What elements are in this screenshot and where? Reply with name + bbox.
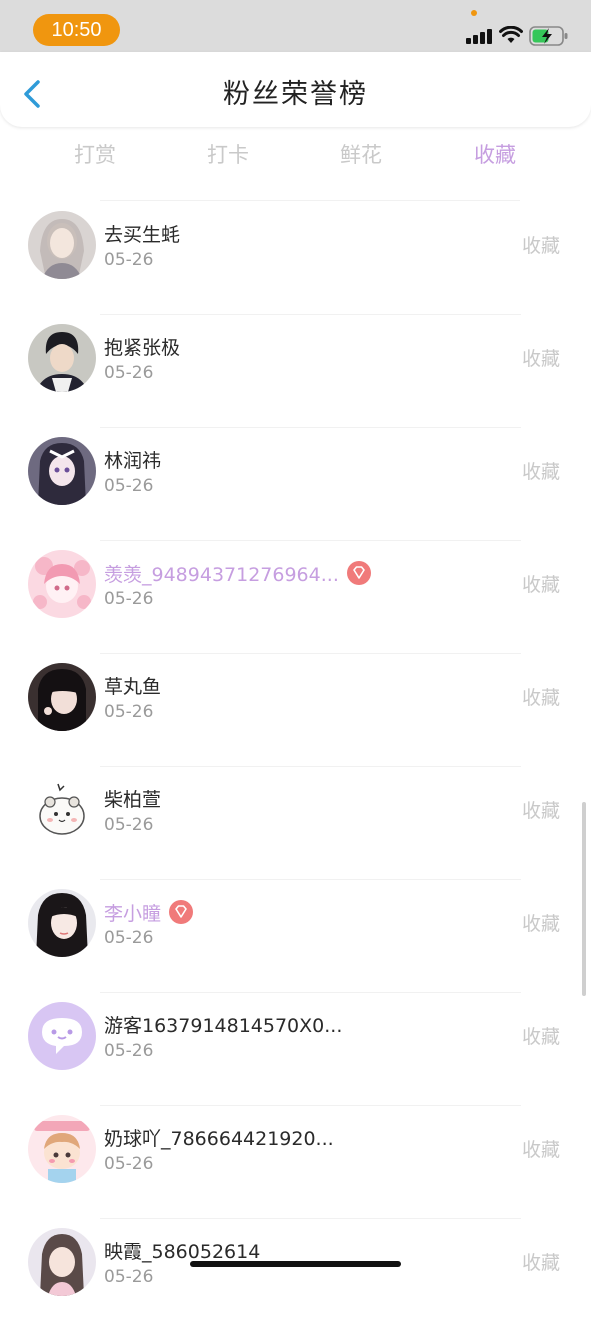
nav-header: 粉丝荣誉榜 xyxy=(0,52,591,127)
list-item[interactable]: 林润祎 05-26 收藏 xyxy=(0,428,591,541)
fan-name: 奶球吖_786664421920... xyxy=(104,1128,334,1150)
fan-date: 05-26 xyxy=(104,815,154,835)
list-item[interactable]: 去买生蚝 05-26 收藏 xyxy=(0,202,591,315)
wifi-icon xyxy=(499,26,523,43)
avatar[interactable] xyxy=(28,211,96,279)
fan-name: 羡羡_94894371276964... xyxy=(104,561,371,588)
status-bar: 10:50 xyxy=(0,0,591,60)
tab-bar: 打赏 打卡 鲜花 收藏 xyxy=(0,133,591,177)
tab-favorites[interactable]: 收藏 xyxy=(445,133,545,177)
list-item[interactable]: 李小瞳 05-26 收藏 xyxy=(0,880,591,993)
fan-date: 05-26 xyxy=(104,476,154,496)
tab-reward[interactable]: 打赏 xyxy=(45,133,145,177)
list-top-divider xyxy=(100,200,520,201)
home-indicator[interactable] xyxy=(190,1261,401,1267)
list-item[interactable]: 草丸鱼 05-26 收藏 xyxy=(0,654,591,767)
avatar[interactable] xyxy=(28,776,96,844)
privacy-indicator-dot xyxy=(471,10,477,16)
fan-name: 林润祎 xyxy=(104,450,162,472)
fan-date: 05-26 xyxy=(104,363,154,383)
fan-name: 柴柏萱 xyxy=(104,789,162,811)
tab-flowers[interactable]: 鲜花 xyxy=(311,133,411,177)
avatar[interactable] xyxy=(28,324,96,392)
fan-name: 去买生蚝 xyxy=(104,224,181,246)
fan-name: 游客1637914814570X0... xyxy=(104,1015,343,1037)
list-item[interactable]: 映霞_586052614 05-26 收藏 xyxy=(0,1219,591,1332)
vip-diamond-icon xyxy=(346,561,371,585)
cellular-signal-icon xyxy=(466,28,492,44)
fan-date: 05-26 xyxy=(104,1267,154,1287)
avatar[interactable] xyxy=(28,1228,96,1296)
favorite-action-label: 收藏 xyxy=(521,913,560,935)
avatar[interactable] xyxy=(28,1115,96,1183)
favorite-action-label: 收藏 xyxy=(521,800,560,822)
favorite-action-label: 收藏 xyxy=(521,1026,560,1048)
favorite-action-label: 收藏 xyxy=(521,235,560,257)
tab-checkin[interactable]: 打卡 xyxy=(178,133,278,177)
list-item[interactable]: 羡羡_94894371276964... 05-26 收藏 xyxy=(0,541,591,654)
battery-charging-icon xyxy=(529,26,568,46)
fan-date: 05-26 xyxy=(104,250,154,270)
avatar[interactable] xyxy=(28,437,96,505)
fan-name: 抱紧张极 xyxy=(104,337,181,359)
avatar[interactable] xyxy=(28,550,96,618)
favorite-action-label: 收藏 xyxy=(521,461,560,483)
avatar[interactable] xyxy=(28,1002,96,1070)
fan-date: 05-26 xyxy=(104,1041,154,1061)
favorite-action-label: 收藏 xyxy=(521,1139,560,1161)
page-title: 粉丝荣誉榜 xyxy=(223,79,368,110)
favorite-action-label: 收藏 xyxy=(521,687,560,709)
favorite-action-label: 收藏 xyxy=(521,348,560,370)
fan-date: 05-26 xyxy=(104,928,154,948)
fan-name-text: 李小瞳 xyxy=(104,903,162,925)
list-item[interactable]: 柴柏萱 05-26 收藏 xyxy=(0,767,591,880)
favorite-action-label: 收藏 xyxy=(521,1252,560,1274)
avatar[interactable] xyxy=(28,889,96,957)
fan-date: 05-26 xyxy=(104,589,154,609)
fan-name: 草丸鱼 xyxy=(104,676,162,698)
fan-name-text: 羡羡_94894371276964... xyxy=(104,564,339,586)
list-item[interactable]: 抱紧张极 05-26 收藏 xyxy=(0,315,591,428)
scrollbar[interactable] xyxy=(582,802,586,996)
fan-name: 李小瞳 xyxy=(104,900,194,927)
list-item[interactable]: 奶球吖_786664421920... 05-26 收藏 xyxy=(0,1106,591,1219)
fan-date: 05-26 xyxy=(104,702,154,722)
avatar[interactable] xyxy=(28,663,96,731)
vip-diamond-icon xyxy=(169,900,194,924)
status-time: 10:50 xyxy=(33,14,120,46)
list-item[interactable]: 游客1637914814570X0... 05-26 收藏 xyxy=(0,993,591,1106)
favorite-action-label: 收藏 xyxy=(521,574,560,596)
fan-date: 05-26 xyxy=(104,1154,154,1174)
